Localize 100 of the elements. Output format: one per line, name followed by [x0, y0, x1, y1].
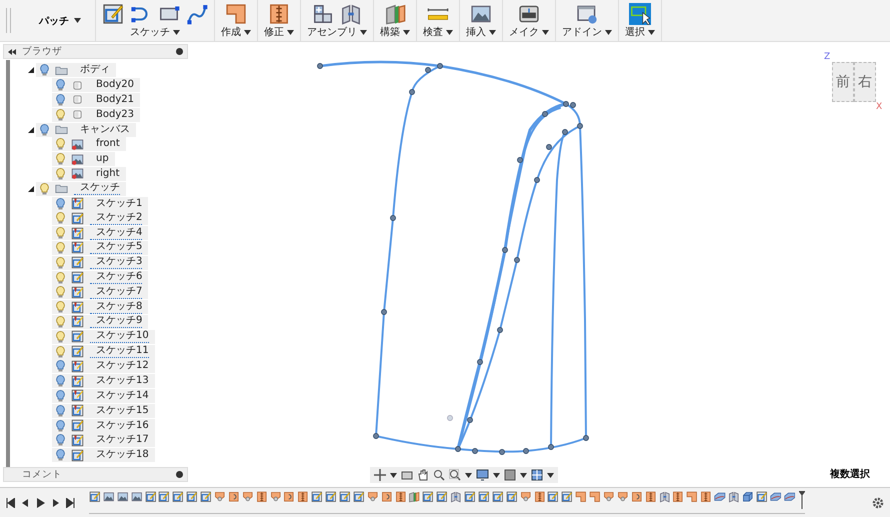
lightbulb-icon[interactable]	[56, 330, 65, 343]
select-icon[interactable]	[629, 3, 651, 25]
tree-item[interactable]: スケッチ9	[52, 314, 148, 329]
lightbulb-icon[interactable]	[56, 198, 65, 210]
lightbulb-icon[interactable]	[56, 420, 65, 432]
hand-icon[interactable]	[417, 469, 429, 481]
tree-item[interactable]: スケッチ13	[52, 374, 155, 388]
zipper-icon[interactable]	[268, 3, 290, 25]
pin-icon[interactable]	[176, 471, 183, 478]
lightbulb-icon[interactable]	[40, 182, 49, 195]
tree-item[interactable]: スケッチ15	[52, 404, 155, 418]
lightbulb-icon[interactable]	[56, 404, 65, 417]
grid-icon[interactable]	[504, 469, 516, 481]
sketch-icon[interactable]	[436, 491, 448, 503]
link-icon[interactable]	[450, 491, 462, 503]
lightbulb-icon[interactable]	[56, 108, 65, 121]
sketch-icon[interactable]	[89, 491, 101, 503]
lightbulb-icon[interactable]	[56, 301, 65, 314]
corner-icon[interactable]	[225, 3, 247, 25]
sketch-icon[interactable]	[200, 491, 212, 503]
sketch-icon[interactable]	[311, 491, 323, 503]
settings-icon[interactable]	[872, 496, 884, 508]
lightbulb-icon[interactable]	[56, 449, 65, 462]
camera-icon[interactable]	[401, 469, 413, 481]
sketch-icon[interactable]	[186, 491, 198, 503]
tree-item[interactable]: キャンバス	[36, 122, 136, 137]
expand-triangle-icon[interactable]	[28, 67, 34, 74]
lightbulb-icon[interactable]	[56, 79, 65, 92]
rotate-icon[interactable]	[380, 491, 392, 503]
toolbar-menu-button[interactable]: 挿入	[466, 25, 496, 39]
tree-item[interactable]: スケッチ	[36, 182, 126, 196]
sketch-icon[interactable]	[561, 491, 573, 503]
tree-item[interactable]: スケッチ4	[52, 226, 148, 240]
link-icon[interactable]	[658, 491, 670, 503]
zipper-icon[interactable]	[644, 491, 656, 503]
step-back-icon[interactable]	[21, 498, 30, 508]
pin-icon[interactable]	[176, 48, 183, 55]
cube-face[interactable]: 右	[854, 62, 876, 102]
sketch-icon[interactable]	[478, 491, 490, 503]
toolbar-menu-button[interactable]: 修正	[264, 25, 294, 39]
sketch-icon[interactable]	[492, 491, 504, 503]
zipper-icon[interactable]	[534, 491, 546, 503]
lightbulb-icon[interactable]	[56, 272, 65, 284]
zipper-icon[interactable]	[672, 491, 684, 503]
zipper-icon[interactable]	[394, 491, 406, 503]
tree-item[interactable]: スケッチ2	[52, 211, 148, 226]
cup-icon[interactable]	[270, 491, 282, 503]
corner-icon[interactable]	[575, 491, 587, 503]
panels-icon[interactable]	[408, 491, 420, 503]
rotate-icon[interactable]	[630, 491, 642, 503]
tree-item[interactable]: Body21	[52, 92, 140, 107]
cube-face[interactable]: 前	[832, 62, 854, 102]
toolbar-menu-button[interactable]: 選択	[625, 25, 655, 39]
addin-icon[interactable]	[576, 3, 598, 25]
expand-triangle-icon[interactable]	[28, 126, 34, 133]
tree-item[interactable]: スケッチ5	[52, 240, 148, 255]
tree-item[interactable]: up	[52, 152, 115, 166]
tree-item[interactable]: Body20	[52, 78, 140, 92]
workspace-dropdown[interactable]: パッチ	[15, 0, 96, 41]
sketch-icon[interactable]	[158, 491, 170, 503]
picture-icon[interactable]	[102, 491, 114, 503]
toolbar-menu-button[interactable]: メイク	[509, 25, 549, 39]
corner-icon[interactable]	[686, 491, 698, 503]
expand-triangle-icon[interactable]	[28, 186, 34, 192]
cube-icon[interactable]	[742, 491, 754, 503]
lightbulb-icon[interactable]	[56, 390, 65, 402]
cup-icon[interactable]	[602, 491, 615, 503]
cup-icon[interactable]	[520, 491, 532, 503]
lightbulb-icon[interactable]	[56, 94, 65, 106]
link-icon[interactable]	[340, 3, 362, 25]
lightbulb-icon[interactable]	[56, 227, 65, 240]
toolbar-menu-button[interactable]: アセンブリ	[307, 25, 367, 39]
tree-item[interactable]: right	[52, 166, 126, 181]
sketch-icon[interactable]	[464, 491, 476, 503]
lightbulb-icon[interactable]	[56, 434, 65, 446]
cup-icon[interactable]	[616, 491, 628, 503]
collapse-icon[interactable]	[8, 48, 16, 54]
slab-icon[interactable]	[714, 491, 726, 503]
cup-icon[interactable]	[242, 491, 254, 503]
zipper-icon[interactable]	[297, 491, 309, 503]
lightbulb-icon[interactable]	[56, 360, 65, 372]
lightbulb-icon[interactable]	[40, 124, 49, 136]
lightbulb-icon[interactable]	[40, 64, 49, 76]
rotate-icon[interactable]	[283, 491, 296, 503]
tree-item[interactable]: スケッチ11	[52, 344, 155, 359]
sketch-icon[interactable]	[756, 491, 768, 503]
timeline-marker-icon[interactable]	[799, 491, 806, 509]
cup-icon[interactable]	[214, 491, 226, 503]
zipper-icon[interactable]	[700, 491, 712, 503]
lightbulb-icon[interactable]	[56, 346, 65, 358]
picture-icon[interactable]	[116, 491, 128, 503]
toolbar-menu-button[interactable]: 検査	[423, 25, 453, 39]
toolbar-menu-button[interactable]: スケッチ	[130, 25, 180, 39]
tree-item[interactable]: スケッチ14	[52, 388, 155, 403]
lightbulb-icon[interactable]	[56, 212, 65, 224]
skip-to-start-icon[interactable]	[6, 498, 15, 508]
play-icon[interactable]	[36, 498, 45, 508]
picture-icon[interactable]	[130, 491, 142, 503]
sketch-icon[interactable]	[102, 3, 124, 25]
link-icon[interactable]	[728, 491, 740, 503]
